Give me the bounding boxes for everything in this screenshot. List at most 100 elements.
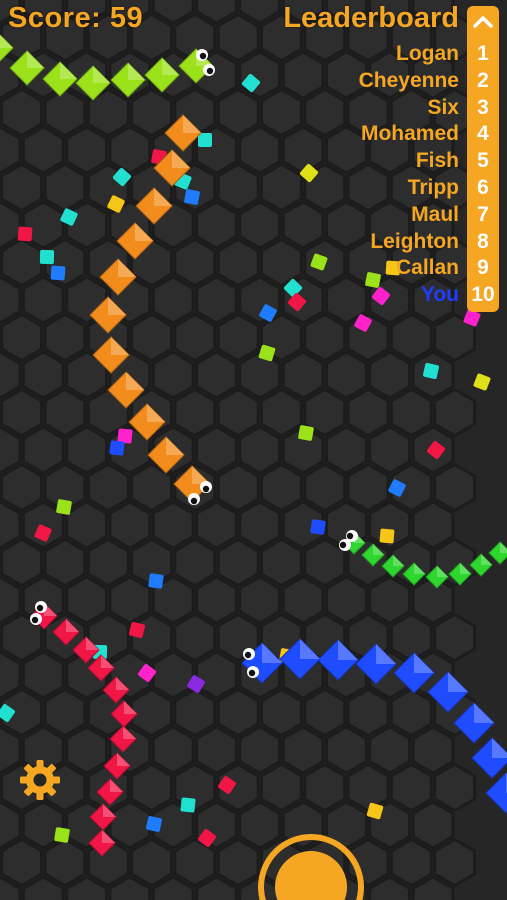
hex-tile xyxy=(0,837,44,888)
hex-tile xyxy=(130,687,173,738)
food-pellet xyxy=(17,226,33,242)
snake-segment-highlight xyxy=(492,738,507,758)
hex-tile xyxy=(216,237,260,288)
hex-tile xyxy=(216,462,260,513)
hex-tile xyxy=(238,125,282,175)
hex-tile xyxy=(0,87,44,138)
hex-tile xyxy=(433,462,477,513)
hex-tile xyxy=(65,125,108,175)
leaderboard-rank: 10 xyxy=(471,283,495,307)
hex-tile xyxy=(195,650,238,700)
hex-tile xyxy=(260,87,303,138)
hex-tile xyxy=(216,387,260,438)
hex-tile xyxy=(411,800,455,850)
hex-tile xyxy=(195,500,238,550)
hex-tile xyxy=(130,612,173,663)
food-pellet xyxy=(198,133,212,147)
hex-tile xyxy=(433,762,477,813)
hex-tile xyxy=(325,350,368,400)
hex-tile xyxy=(43,687,87,738)
hex-tile xyxy=(173,237,217,288)
snake-pupil xyxy=(190,497,198,505)
snake-pupil xyxy=(202,485,210,493)
leaderboard-collapse-button[interactable] xyxy=(467,6,499,38)
hex-tile xyxy=(173,312,217,363)
snake-segment-highlight xyxy=(474,703,494,723)
hex-tile xyxy=(281,575,325,625)
leaderboard-name: Callan xyxy=(395,256,459,280)
hex-tile xyxy=(346,762,390,813)
hex-tile xyxy=(281,50,325,100)
snake-segment-highlight xyxy=(448,672,468,692)
leaderboard-name: Leighton xyxy=(370,229,459,253)
hex-tile xyxy=(195,200,238,250)
snake-pupil xyxy=(248,669,256,677)
hex-tile xyxy=(195,425,238,475)
hex-tile xyxy=(368,725,412,775)
hex-tile xyxy=(368,350,412,400)
food-pellet xyxy=(146,816,162,832)
hex-tile xyxy=(303,762,347,813)
hex-tile xyxy=(151,725,195,775)
hex-tile xyxy=(65,500,108,550)
hex-tile xyxy=(65,425,108,475)
snake-segment xyxy=(485,772,507,814)
hex-tile xyxy=(0,312,44,363)
hex-tile xyxy=(216,87,260,138)
game-screen[interactable]: Score: 59 Leaderboard Logan Cheyenne Six… xyxy=(0,0,507,900)
hex-tile xyxy=(368,425,412,475)
food-pellet xyxy=(56,499,72,515)
hex-tile xyxy=(43,837,87,888)
hex-tile xyxy=(260,462,303,513)
snake-pupil xyxy=(199,52,207,60)
hex-tile xyxy=(281,125,325,175)
hex-tile xyxy=(43,312,87,363)
leaderboard-name-you: You xyxy=(420,283,459,307)
hex-tile xyxy=(216,687,260,738)
leaderboard-name: Six xyxy=(427,95,459,119)
snake-pupil xyxy=(339,541,347,549)
hex-tile xyxy=(195,725,238,775)
hex-tile xyxy=(433,387,477,438)
food-pellet xyxy=(184,189,200,205)
hex-tile xyxy=(108,575,152,625)
hex-tile xyxy=(433,837,477,888)
settings-gear-icon[interactable] xyxy=(18,758,62,802)
hex-tile xyxy=(108,500,152,550)
hex-tile xyxy=(281,200,325,250)
hex-tile xyxy=(86,462,130,513)
hex-tile xyxy=(43,537,87,588)
hex-tile xyxy=(260,162,303,213)
hex-tile xyxy=(281,725,325,775)
hex-tile xyxy=(195,350,238,400)
hex-tile xyxy=(238,575,282,625)
hex-tile xyxy=(303,462,347,513)
leaderboard-rank: 8 xyxy=(477,229,489,253)
hex-tile xyxy=(43,87,87,138)
hex-tile xyxy=(0,387,44,438)
snake-pupil xyxy=(244,651,252,659)
boost-button[interactable] xyxy=(257,833,365,900)
hex-tile xyxy=(411,500,455,550)
hex-tile xyxy=(151,350,195,400)
food-pellet xyxy=(473,373,491,391)
food-pellet xyxy=(50,265,66,281)
hex-tile xyxy=(0,537,44,588)
leaderboard-name: Tripp xyxy=(407,175,459,199)
hex-tile xyxy=(216,837,260,888)
hex-tile xyxy=(260,537,303,588)
hex-tile xyxy=(108,800,152,850)
leaderboard-name: Cheyenne xyxy=(358,68,459,92)
hex-tile xyxy=(260,687,303,738)
hex-tile xyxy=(389,837,433,888)
hex-tile xyxy=(389,387,433,438)
hex-tile xyxy=(303,537,347,588)
hex-tile xyxy=(303,312,347,363)
food-pellet xyxy=(54,827,70,843)
hex-tile xyxy=(0,462,44,513)
hex-tile xyxy=(86,537,130,588)
hex-tile xyxy=(238,425,282,475)
hex-tile xyxy=(108,125,152,175)
leaderboard-name: Fish xyxy=(415,149,459,173)
hex-tile xyxy=(21,425,65,475)
